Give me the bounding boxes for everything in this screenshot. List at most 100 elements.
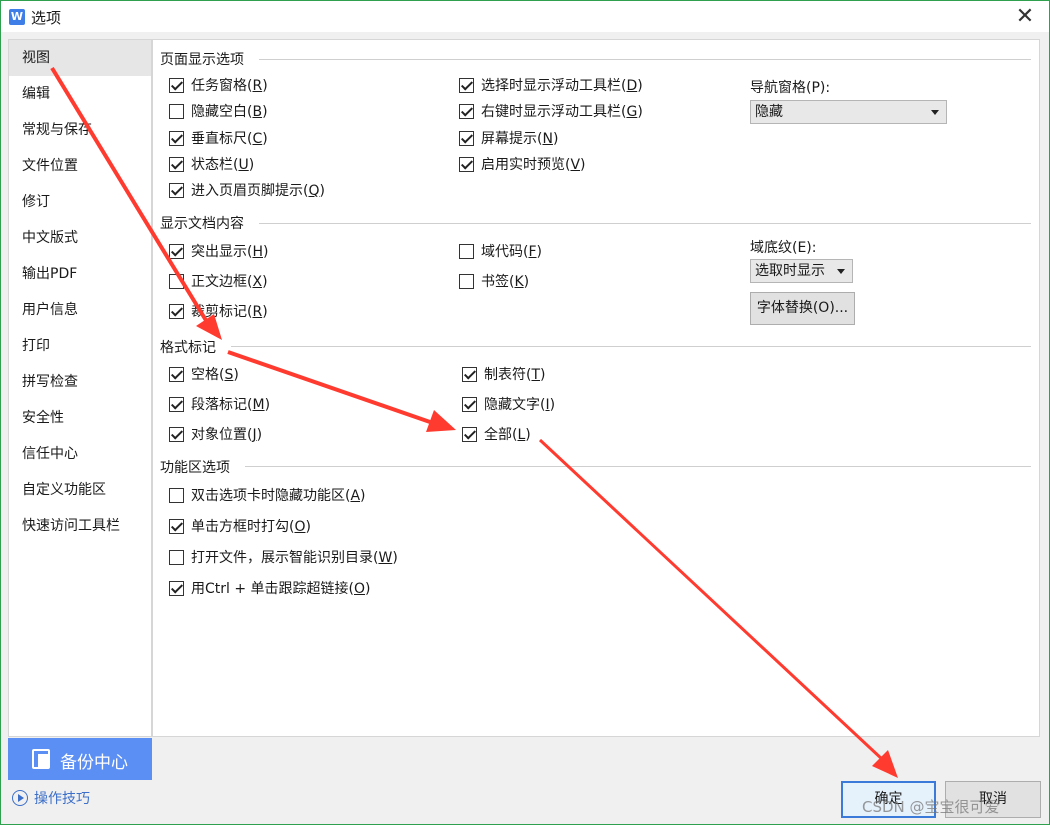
backup-icon [32, 749, 50, 769]
font-substitution-button[interactable]: 字体替换(O)... [750, 292, 855, 325]
checkbox-paragraph-marks[interactable]: 段落标记(M) [169, 395, 270, 415]
checkbox-spaces[interactable]: 空格(S) [169, 365, 239, 385]
checkbox-field-codes[interactable]: 域代码(F) [459, 242, 542, 262]
checkbox-box[interactable] [462, 427, 477, 442]
checkbox-dblclick-hide-ribbon[interactable]: 双击选项卡时隐藏功能区(A) [169, 486, 366, 506]
section-divider [259, 59, 1031, 60]
checkbox-box[interactable] [169, 244, 184, 259]
checkbox-label: 启用实时预览( [481, 157, 571, 173]
checkbox-box[interactable] [169, 304, 184, 319]
tips-link[interactable]: 操作技巧 [12, 789, 90, 809]
checkbox-label: 书签( [481, 274, 515, 290]
checkbox-click-box-check[interactable]: 单击方框时打勾(O) [169, 517, 311, 537]
backup-center-label: 备份中心 [60, 753, 128, 773]
sidebar-item-file-location[interactable]: 文件位置 [9, 148, 151, 184]
checkbox-box[interactable] [169, 397, 184, 412]
checkbox-label: 任务窗格( [191, 78, 253, 94]
checkbox-float-toolbar-rightclick[interactable]: 右键时显示浮动工具栏(G) [459, 102, 643, 122]
sidebar-item-spell-check[interactable]: 拼写检查 [9, 364, 151, 400]
close-icon[interactable]: ✕ [1011, 3, 1039, 31]
checkbox-float-toolbar-select[interactable]: 选择时显示浮动工具栏(D) [459, 76, 643, 96]
sidebar-item-customize-ribbon[interactable]: 自定义功能区 [9, 472, 151, 508]
checkbox-box[interactable] [459, 78, 474, 93]
shortcut-key: D [626, 78, 638, 94]
checkbox-box[interactable] [169, 104, 184, 119]
checkbox-box[interactable] [169, 183, 184, 198]
checkbox-box[interactable] [169, 157, 184, 172]
checkbox-label: 屏幕提示( [481, 131, 543, 147]
play-icon [12, 790, 28, 806]
sidebar-item-export-pdf[interactable]: 输出PDF [9, 256, 151, 292]
checkbox-task-pane[interactable]: 任务窗格(R) [169, 76, 268, 96]
checkbox-label: 突出显示( [191, 244, 253, 260]
checkbox-highlight[interactable]: 突出显示(H) [169, 242, 268, 262]
section-divider [231, 346, 1031, 347]
checkbox-smart-toc[interactable]: 打开文件，展示智能识别目录(W) [169, 548, 398, 568]
checkbox-all-marks[interactable]: 全部(L) [462, 425, 531, 445]
field-shading-select[interactable]: 选取时显示 [750, 259, 853, 283]
shortcut-key: O [294, 519, 306, 535]
nav-pane-label: 导航窗格(P): [750, 80, 831, 96]
shortcut-key: M [252, 397, 265, 413]
checkbox-tab-chars[interactable]: 制表符(T) [462, 365, 546, 385]
shortcut-key: I [545, 397, 550, 413]
shortcut-key: G [626, 104, 638, 120]
checkbox-hidden-text[interactable]: 隐藏文字(I) [462, 395, 555, 415]
sidebar-item-security[interactable]: 安全性 [9, 400, 151, 436]
checkbox-vertical-ruler[interactable]: 垂直标尺(C) [169, 129, 268, 149]
shortcut-key: O [354, 581, 366, 597]
checkbox-box[interactable] [169, 131, 184, 146]
checkbox-box[interactable] [169, 488, 184, 503]
checkbox-box[interactable] [462, 367, 477, 382]
checkbox-box[interactable] [169, 78, 184, 93]
dropdown-arrow-icon [931, 110, 939, 115]
window-title: 选项 [31, 9, 62, 27]
checkbox-box[interactable] [169, 550, 184, 565]
content-panel: 页面显示选项 任务窗格(R) 隐藏空白(B) 垂直标尺(C) 状态栏(U) 进入… [152, 39, 1040, 737]
shortcut-key: U [238, 157, 249, 173]
field-shading-label: 域底纹(E): [750, 240, 817, 256]
checkbox-label: 裁剪标记( [191, 304, 253, 320]
checkbox-live-preview[interactable]: 启用实时预览(V) [459, 155, 586, 175]
shortcut-key: A [350, 488, 361, 504]
checkbox-bookmarks[interactable]: 书签(K) [459, 272, 529, 292]
checkbox-box[interactable] [459, 274, 474, 289]
sidebar-item-general-save[interactable]: 常规与保存 [9, 112, 151, 148]
checkbox-box[interactable] [169, 581, 184, 596]
checkbox-box[interactable] [459, 244, 474, 259]
backup-center-button[interactable]: 备份中心 [8, 738, 152, 780]
sidebar-item-user-info[interactable]: 用户信息 [9, 292, 151, 328]
checkbox-ctrl-click-link[interactable]: 用Ctrl + 单击跟踪超链接(O) [169, 579, 371, 599]
checkbox-box[interactable] [169, 274, 184, 289]
checkbox-hide-blank[interactable]: 隐藏空白(B) [169, 102, 268, 122]
checkbox-label: 打开文件，展示智能识别目录( [191, 550, 379, 566]
checkbox-label: 状态栏( [191, 157, 239, 173]
sidebar-item-trust-center[interactable]: 信任中心 [9, 436, 151, 472]
tips-label: 操作技巧 [34, 791, 90, 807]
sidebar-item-revision[interactable]: 修订 [9, 184, 151, 220]
shortcut-key: C [252, 131, 263, 147]
checkbox-box[interactable] [462, 397, 477, 412]
checkbox-text-border[interactable]: 正文边框(X) [169, 272, 268, 292]
sidebar-item-quick-access-toolbar[interactable]: 快速访问工具栏 [9, 508, 151, 544]
checkbox-crop-marks[interactable]: 裁剪标记(R) [169, 302, 268, 322]
nav-pane-select[interactable]: 隐藏 [750, 100, 947, 124]
section-title-ribbon: 功能区选项 [160, 457, 234, 477]
sidebar-item-edit[interactable]: 编辑 [9, 76, 151, 112]
checkbox-box[interactable] [169, 519, 184, 534]
sidebar-item-print[interactable]: 打印 [9, 328, 151, 364]
checkbox-label: 进入页眉页脚提示( [191, 183, 309, 199]
checkbox-box[interactable] [459, 104, 474, 119]
checkbox-screen-tips[interactable]: 屏幕提示(N) [459, 129, 558, 149]
checkbox-box[interactable] [169, 367, 184, 382]
checkbox-header-footer-tip[interactable]: 进入页眉页脚提示(Q) [169, 181, 325, 201]
shortcut-key: S [224, 367, 234, 383]
shortcut-key: R [252, 304, 263, 320]
sidebar-item-view[interactable]: 视图 [9, 40, 151, 76]
checkbox-box[interactable] [459, 131, 474, 146]
checkbox-box[interactable] [459, 157, 474, 172]
checkbox-status-bar[interactable]: 状态栏(U) [169, 155, 254, 175]
sidebar-item-chinese-layout[interactable]: 中文版式 [9, 220, 151, 256]
checkbox-object-anchors[interactable]: 对象位置(J) [169, 425, 262, 445]
checkbox-box[interactable] [169, 427, 184, 442]
